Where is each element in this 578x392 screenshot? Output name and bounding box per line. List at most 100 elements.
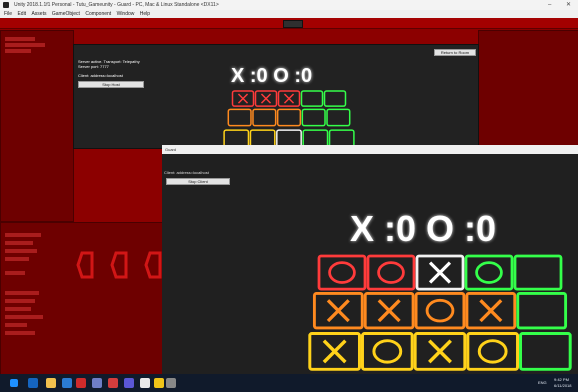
board-cell[interactable] xyxy=(227,108,252,127)
board-cell[interactable] xyxy=(513,254,563,291)
board-cell[interactable] xyxy=(464,254,514,291)
project-item[interactable] xyxy=(5,323,27,327)
board-cell[interactable] xyxy=(276,108,302,127)
close-button[interactable]: ✕ xyxy=(566,0,571,10)
windows-start-icon[interactable] xyxy=(10,379,18,387)
menu-component[interactable]: Component xyxy=(85,11,111,17)
stop-host-button[interactable]: Stop Host xyxy=(78,81,144,88)
minimize-button[interactable]: – xyxy=(548,0,551,10)
menu-file[interactable]: File xyxy=(4,11,12,17)
client-window-title: Guard xyxy=(165,147,177,152)
board-cell[interactable] xyxy=(465,292,517,330)
hierarchy-item[interactable] xyxy=(5,43,45,47)
handle-asset-icon[interactable] xyxy=(144,251,162,279)
language-indicator[interactable]: ENG xyxy=(538,380,547,385)
project-item[interactable] xyxy=(5,233,41,237)
board-cell[interactable] xyxy=(413,332,467,371)
menu-gameobject[interactable]: GameObject xyxy=(52,11,80,17)
o-mark xyxy=(328,261,356,284)
x-mark xyxy=(377,299,401,323)
board-cell[interactable] xyxy=(301,108,326,127)
board-cell[interactable] xyxy=(323,90,347,107)
board-cell[interactable] xyxy=(277,90,301,107)
project-item[interactable] xyxy=(5,299,35,303)
project-item[interactable] xyxy=(5,271,25,275)
client-address-text: Client: address=localhost xyxy=(164,170,209,175)
hierarchy-item[interactable] xyxy=(5,49,31,53)
project-item[interactable] xyxy=(5,241,33,245)
game-board[interactable] xyxy=(214,89,364,149)
handle-asset-icon[interactable] xyxy=(76,251,94,279)
x-mark xyxy=(260,93,272,104)
project-item[interactable] xyxy=(5,331,35,335)
clock-time[interactable]: 9:42 PM xyxy=(554,377,569,382)
host-game-view[interactable]: Return to Room Server active. Transport:… xyxy=(73,44,479,149)
o-mark xyxy=(477,339,508,364)
board-cell[interactable] xyxy=(254,90,278,107)
app-icon[interactable] xyxy=(140,378,150,388)
client-game-view[interactable]: Client: address=localhost Stop Client X … xyxy=(162,154,578,374)
app-icon[interactable] xyxy=(76,378,86,388)
x-mark xyxy=(237,93,249,104)
menu-help[interactable]: Help xyxy=(140,11,150,17)
asset-preview-handles xyxy=(76,251,162,279)
project-item[interactable] xyxy=(5,291,39,295)
client-address-text: Client: address=localhost xyxy=(78,73,123,78)
board-cell[interactable] xyxy=(363,292,415,330)
board-cell[interactable] xyxy=(519,332,572,371)
app-icon[interactable] xyxy=(62,378,72,388)
project-item[interactable] xyxy=(5,249,37,253)
board-cell[interactable] xyxy=(414,292,466,330)
client-window-title-bar: Guard xyxy=(162,145,578,154)
o-mark xyxy=(377,261,405,284)
handle-asset-icon[interactable] xyxy=(110,251,128,279)
x-mark xyxy=(326,299,350,323)
unity-logo-icon xyxy=(3,2,9,8)
play-controls[interactable] xyxy=(283,20,303,28)
app-icon[interactable] xyxy=(166,378,176,388)
board-cell[interactable] xyxy=(466,332,520,371)
x-mark xyxy=(479,299,503,323)
score-label: X :0 O :0 xyxy=(350,208,497,249)
app-icon[interactable] xyxy=(108,378,118,388)
menu-edit[interactable]: Edit xyxy=(17,11,26,17)
menu-window[interactable]: Window xyxy=(117,11,135,17)
o-mark xyxy=(475,261,503,284)
board-cell[interactable] xyxy=(300,90,324,107)
clock-date[interactable]: 6/11/2018 xyxy=(554,383,572,388)
taskbar: ENG 9:42 PM 6/11/2018 xyxy=(0,374,578,392)
board-cell[interactable] xyxy=(231,90,255,107)
board-cell[interactable] xyxy=(326,108,351,127)
app-icon[interactable] xyxy=(92,378,102,388)
stop-client-button[interactable]: Stop Client xyxy=(166,178,230,185)
server-port-text: Server port: 7777 xyxy=(78,64,109,69)
board-cell[interactable] xyxy=(360,332,414,371)
app-icon[interactable] xyxy=(124,378,134,388)
x-mark xyxy=(428,261,452,284)
file-explorer-icon[interactable] xyxy=(46,378,56,388)
board-cell[interactable] xyxy=(516,292,568,330)
project-item[interactable] xyxy=(5,307,31,311)
hierarchy-item[interactable] xyxy=(5,37,35,41)
window-title-bar: Unity 2018.1.1f1 Personal - Tutu_Gameuni… xyxy=(0,0,578,10)
board-cell[interactable] xyxy=(308,332,361,371)
project-panel xyxy=(0,222,164,376)
inspector-panel xyxy=(478,30,578,147)
app-icon[interactable] xyxy=(154,378,164,388)
project-item[interactable] xyxy=(5,315,43,319)
x-mark xyxy=(428,339,452,364)
board-cell[interactable] xyxy=(312,292,364,330)
board-cell[interactable] xyxy=(415,254,465,291)
menu-bar: File Edit Assets GameObject Component Wi… xyxy=(0,10,578,18)
return-to-room-button[interactable]: Return to Room xyxy=(434,49,476,56)
score-label: X :0 O :0 xyxy=(231,65,313,87)
board-cell[interactable] xyxy=(366,254,416,291)
window-title: Unity 2018.1.1f1 Personal - Tutu_Gameuni… xyxy=(14,2,219,8)
o-mark xyxy=(425,298,455,323)
project-item[interactable] xyxy=(5,257,29,261)
board-cell[interactable] xyxy=(252,108,277,127)
menu-assets[interactable]: Assets xyxy=(31,11,46,17)
search-icon[interactable] xyxy=(28,378,38,388)
game-board[interactable] xyxy=(302,254,578,374)
board-cell[interactable] xyxy=(317,254,367,291)
